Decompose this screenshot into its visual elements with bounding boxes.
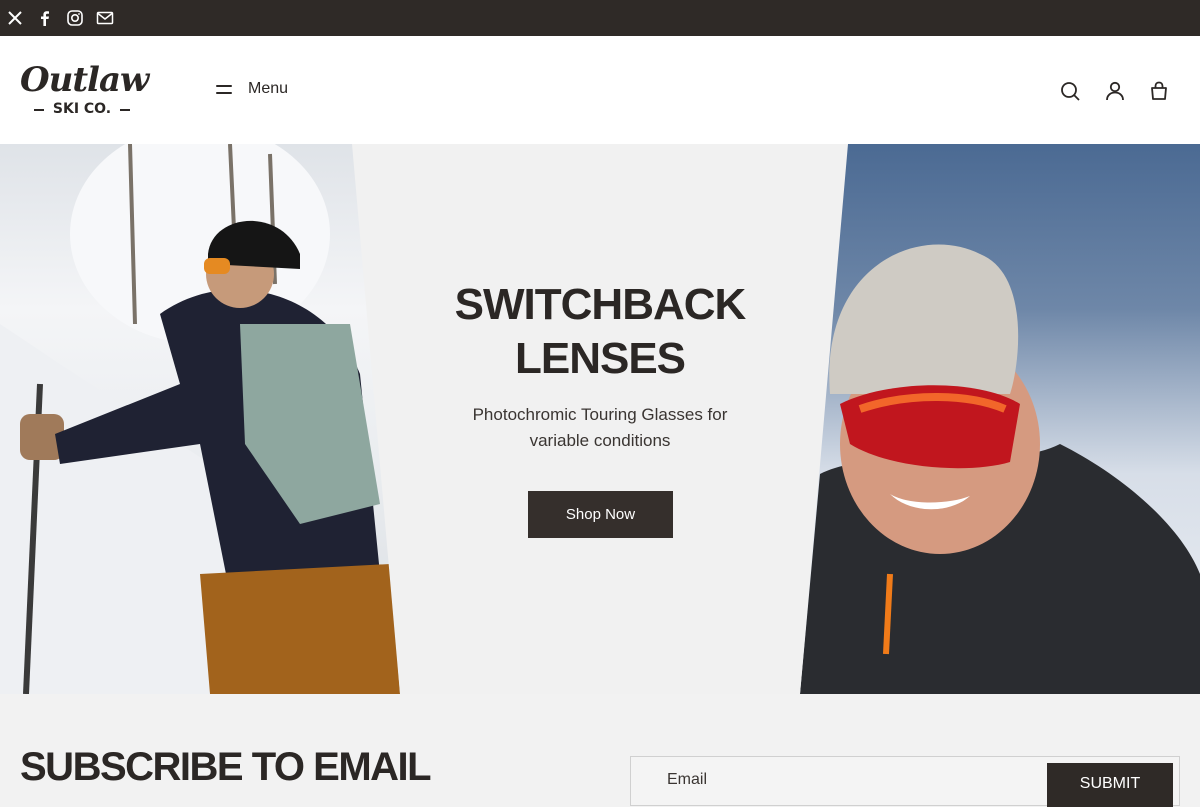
cart-icon[interactable]	[1148, 80, 1170, 102]
search-icon[interactable]	[1059, 80, 1081, 102]
x-icon[interactable]	[6, 9, 24, 27]
logo-subtext: SKI CO.	[34, 100, 130, 118]
account-icon[interactable]	[1104, 80, 1126, 102]
hero-subtitle-line1: Photochromic Touring Glasses for	[472, 405, 728, 424]
site-header: Outlaw SKI CO. Menu	[0, 36, 1200, 144]
brand-logo[interactable]: Outlaw SKI CO.	[20, 60, 149, 122]
shop-now-button[interactable]: Shop Now	[528, 491, 673, 538]
hero-title-line2: LENSES	[514, 334, 686, 383]
hero-image-right	[800, 144, 1200, 694]
email-form: SUBMIT	[630, 756, 1180, 807]
hero-image-left	[0, 144, 400, 694]
logo-script-text: Outlaw	[20, 60, 149, 100]
instagram-icon[interactable]	[66, 9, 84, 27]
facebook-icon[interactable]	[36, 9, 54, 27]
hero-copy: SWITCHBACK LENSES Photochromic Touring G…	[440, 278, 760, 454]
menu-label: Menu	[248, 80, 289, 97]
email-icon[interactable]	[96, 9, 114, 27]
submit-button[interactable]: SUBMIT	[1047, 763, 1173, 807]
hero-subtitle: Photochromic Touring Glasses for variabl…	[440, 402, 760, 454]
hero-title-line1: SWITCHBACK	[454, 280, 747, 329]
subscribe-section: SUBSCRIBE TO EMAIL SUBMIT	[0, 694, 1200, 807]
subscribe-title: SUBSCRIBE TO EMAIL	[20, 745, 432, 789]
hamburger-icon	[216, 83, 232, 95]
email-field[interactable]	[667, 767, 1027, 793]
menu-button[interactable]: Menu	[212, 76, 302, 102]
social-bar	[0, 0, 1200, 36]
hero-banner: SWITCHBACK LENSES Photochromic Touring G…	[0, 144, 1200, 694]
hero-subtitle-line2: variable conditions	[529, 431, 671, 450]
